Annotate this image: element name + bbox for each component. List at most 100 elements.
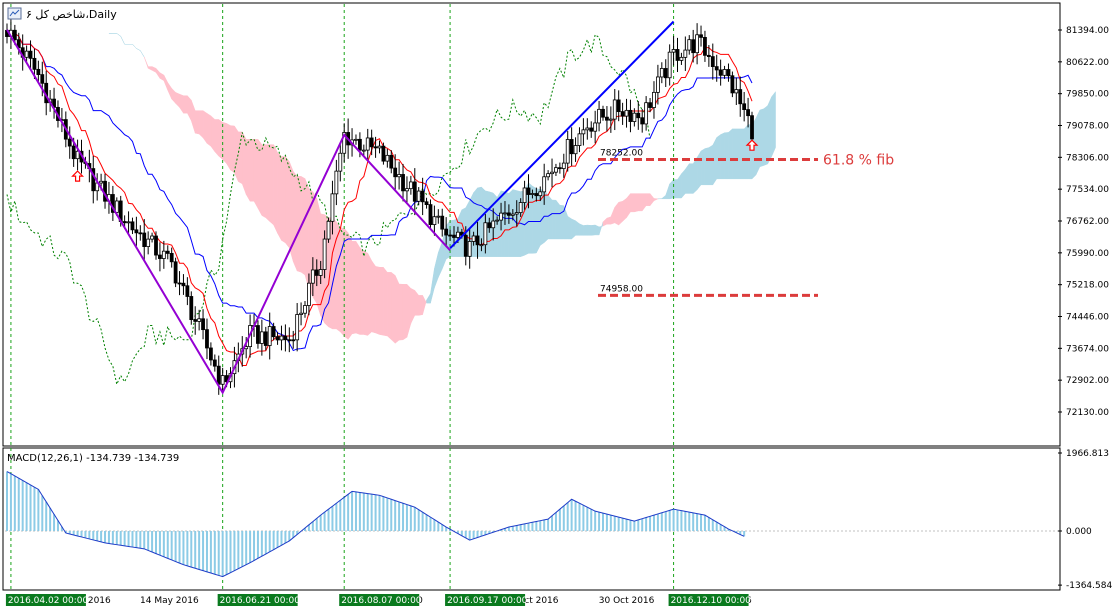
candle-body (487, 222, 492, 229)
candle-body (28, 50, 33, 59)
candle-body (389, 154, 394, 169)
candle-body (710, 56, 715, 68)
candle-body (683, 49, 688, 58)
candle-body (295, 314, 300, 341)
candle-body (655, 76, 660, 93)
cloud-segment (375, 266, 380, 335)
candle-body (503, 212, 507, 215)
candle-body (130, 221, 135, 231)
cloud-segment (449, 219, 455, 257)
candle-body (201, 318, 205, 331)
candle-body (189, 296, 194, 321)
cloud-segment (222, 121, 227, 165)
cloud-segment (536, 188, 541, 254)
candle-body (24, 50, 29, 58)
cloud-segment (218, 118, 223, 160)
cloud-segment (720, 132, 725, 180)
candle-body (397, 174, 402, 178)
cloud-segment (245, 139, 251, 203)
cloud-segment (724, 132, 729, 180)
cloud-segment (285, 155, 290, 249)
cloud-segment (226, 123, 231, 171)
candle-body (287, 339, 292, 342)
cloud-segment (202, 110, 208, 145)
candle-body (212, 359, 217, 367)
cloud-segment (700, 148, 706, 186)
candle-body (550, 171, 554, 175)
candle-body (134, 229, 139, 234)
candle-body (271, 326, 276, 338)
candle-body (32, 57, 37, 70)
cloud-segment (767, 96, 772, 165)
candle-body (326, 220, 331, 240)
price-tick-label: 78306.00 (1066, 153, 1109, 163)
cloud-segment (194, 110, 200, 135)
candle-body (377, 145, 382, 149)
candle-body (381, 145, 386, 162)
candle-body (605, 116, 609, 121)
cloud-segment (394, 275, 400, 344)
candle-body (412, 181, 417, 202)
candle-body (205, 329, 209, 349)
candle-body (354, 138, 358, 141)
candle-body (158, 254, 162, 259)
cloud-segment (296, 176, 302, 273)
cloud-segment (728, 128, 733, 180)
cloud-segment (732, 128, 737, 180)
candle-body (569, 139, 574, 155)
cloud-segment (771, 90, 776, 157)
price-tick-label: 72130.00 (1066, 408, 1109, 418)
price-tick-label: 76762.00 (1066, 217, 1109, 227)
macd-tick-label: -1364.584 (1066, 581, 1112, 591)
candle-body (122, 221, 127, 224)
cloud-segment (214, 119, 219, 157)
cloud-segment (712, 137, 717, 186)
candle-body (256, 325, 260, 344)
candle-body (632, 112, 637, 122)
cloud-segment (198, 110, 204, 139)
candle-body (738, 89, 743, 105)
cloud-segment (551, 199, 557, 240)
candle-body (479, 244, 484, 247)
candle-body (714, 66, 719, 71)
date-marker-label: 2016.08.07 00:00 (341, 596, 422, 606)
candle-body (636, 112, 641, 119)
cloud-segment (559, 204, 565, 240)
cloud-segment (261, 144, 267, 219)
cloud-segment (571, 218, 576, 240)
cloud-segment (367, 253, 372, 336)
candle-body (436, 215, 441, 218)
price-tick-label: 74446.00 (1066, 313, 1109, 323)
date-marker-label: 2016.12.10 00:00 (671, 596, 752, 606)
cloud-segment (716, 134, 721, 180)
candle-body (624, 109, 629, 117)
candle-body (361, 149, 366, 152)
candle-body (448, 234, 452, 237)
candle-body (334, 170, 339, 195)
candle-body (401, 174, 405, 192)
candle-body (220, 375, 225, 385)
candle-body (730, 75, 735, 94)
cloud-segment (238, 131, 243, 185)
candle-body (554, 167, 558, 173)
cloud-segment (277, 151, 282, 241)
candle-body (40, 74, 45, 84)
candle-body (585, 127, 590, 131)
candle-body (514, 212, 519, 215)
candle-body (432, 216, 437, 225)
candle-body (424, 201, 429, 205)
candle-body (267, 326, 272, 346)
candle-body (208, 347, 213, 361)
cloud-segment (594, 224, 600, 236)
candle-body (405, 188, 409, 192)
candle-body (565, 139, 570, 164)
cloud-segment (696, 150, 702, 191)
candle-body (718, 69, 723, 76)
candle-body (675, 49, 680, 61)
cloud-segment (445, 219, 451, 260)
cloud-segment (257, 138, 263, 216)
cloud-segment (755, 109, 761, 176)
candle-body (303, 305, 307, 314)
macd-pane[interactable] (2, 447, 1061, 591)
cloud-segment (481, 186, 486, 257)
